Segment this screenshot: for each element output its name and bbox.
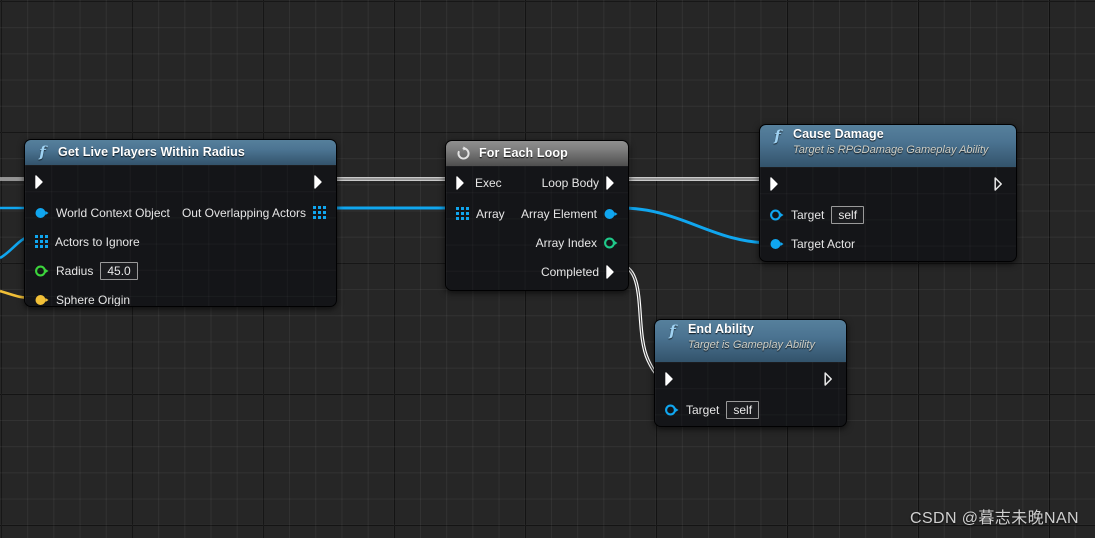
pin-array-index[interactable]: Array Index <box>536 236 618 250</box>
function-f-icon: f <box>39 143 46 161</box>
pin-label: Actors to Ignore <box>55 234 140 249</box>
pin-label: Radius <box>56 263 94 278</box>
pin-completed[interactable]: Completed <box>541 265 618 279</box>
pin-target[interactable]: Target self <box>665 400 760 419</box>
function-f-icon: f <box>774 127 781 145</box>
pin-exec-in[interactable] <box>665 371 677 386</box>
node-body: Target self Target Actor <box>760 167 1016 261</box>
pin-actors-to-ignore[interactable]: Actors to Ignore <box>35 235 140 249</box>
row-array-element: Array Array Element <box>446 199 628 228</box>
pin-label: Exec <box>475 175 502 190</box>
pin-sphere-origin[interactable]: Sphere Origin <box>35 292 131 307</box>
target-input[interactable]: self <box>831 205 865 224</box>
pin-exec-out[interactable] <box>824 371 836 386</box>
row-array-index: Array Index <box>446 228 628 257</box>
array-pin-icon <box>313 206 326 219</box>
radius-input[interactable]: 45.0 <box>100 261 138 280</box>
pin-label: Target Actor <box>791 236 856 251</box>
node-title: End Ability <box>688 322 754 336</box>
pin-label: Sphere Origin <box>56 292 131 307</box>
row-target-actor: Target Actor <box>760 229 1016 258</box>
node-title: Cause Damage <box>793 127 884 141</box>
node-header[interactable]: For Each Loop <box>446 141 628 166</box>
watermark: CSDN @暮志未晚NAN <box>909 510 1079 527</box>
pin-world-context-object[interactable]: World Context Object <box>35 206 170 220</box>
pin-label: Array <box>476 206 505 221</box>
blueprint-graph-canvas[interactable]: f Get Live Players Within Radius World C… <box>0 0 1095 538</box>
pin-exec-in[interactable] <box>770 176 782 191</box>
node-header[interactable]: f End Ability Target is Gameplay Ability <box>655 320 846 362</box>
node-header[interactable]: f Cause Damage Target is RPGDamage Gamep… <box>760 125 1016 167</box>
row-exec <box>25 165 336 198</box>
function-f-icon: f <box>669 322 676 340</box>
row-world-context: World Context Object Out Overlapping Act… <box>25 198 336 227</box>
node-subtitle: Target is RPGDamage Gameplay Ability <box>793 143 989 156</box>
node-end-ability[interactable]: f End Ability Target is Gameplay Ability… <box>654 319 847 427</box>
pin-radius[interactable]: Radius 45.0 <box>35 261 138 280</box>
node-title: Get Live Players Within Radius <box>58 145 245 160</box>
row-sphere-origin: Sphere Origin <box>25 285 336 307</box>
node-for-each-loop[interactable]: For Each Loop Exec Loop Body Array Array… <box>445 140 629 291</box>
pin-label: World Context Object <box>56 205 170 220</box>
node-body: World Context Object Out Overlapping Act… <box>25 165 336 306</box>
row-exec-loopbody: Exec Loop Body <box>446 166 628 199</box>
node-header[interactable]: f Get Live Players Within Radius <box>25 140 336 165</box>
pin-label: Array Element <box>520 206 597 221</box>
pin-out-overlapping-actors[interactable]: Out Overlapping Actors <box>182 206 326 220</box>
target-input[interactable]: self <box>726 400 760 419</box>
row-exec <box>760 167 1016 200</box>
pin-array[interactable]: Array <box>456 207 505 221</box>
pin-loop-body[interactable]: Loop Body <box>542 176 618 190</box>
pin-exec-in[interactable] <box>35 174 47 189</box>
node-subtitle: Target is Gameplay Ability <box>688 338 815 351</box>
row-target: Target self <box>760 200 1016 229</box>
array-pin-icon <box>456 207 469 220</box>
node-get-live-players-within-radius[interactable]: f Get Live Players Within Radius World C… <box>24 139 337 307</box>
pin-exec-out[interactable] <box>994 176 1006 191</box>
row-target: Target self <box>655 395 846 424</box>
pin-target[interactable]: Target self <box>770 205 865 224</box>
pin-label: Completed <box>540 264 599 279</box>
wire-arrayelement-targetactor <box>614 206 773 245</box>
pin-array-element[interactable]: Array Element <box>521 207 618 221</box>
pin-target-actor[interactable]: Target Actor <box>770 237 855 251</box>
loop-icon <box>455 146 472 161</box>
row-exec <box>655 362 846 395</box>
pin-label: Array Index <box>535 235 597 250</box>
row-completed: Completed <box>446 257 628 286</box>
pin-exec-in[interactable]: Exec <box>456 176 502 190</box>
pin-label: Target <box>791 207 825 222</box>
pin-exec-out[interactable] <box>314 174 326 189</box>
node-cause-damage[interactable]: f Cause Damage Target is RPGDamage Gamep… <box>759 124 1017 262</box>
node-body: Target self <box>655 362 846 426</box>
array-pin-icon <box>35 235 48 248</box>
node-body: Exec Loop Body Array Array Element Array… <box>446 166 628 290</box>
node-title: For Each Loop <box>479 146 568 161</box>
row-radius: Radius 45.0 <box>25 256 336 285</box>
pin-label: Loop Body <box>541 175 599 190</box>
row-actors-to-ignore: Actors to Ignore <box>25 227 336 256</box>
pin-label: Out Overlapping Actors <box>181 205 306 220</box>
pin-label: Target <box>686 402 720 417</box>
